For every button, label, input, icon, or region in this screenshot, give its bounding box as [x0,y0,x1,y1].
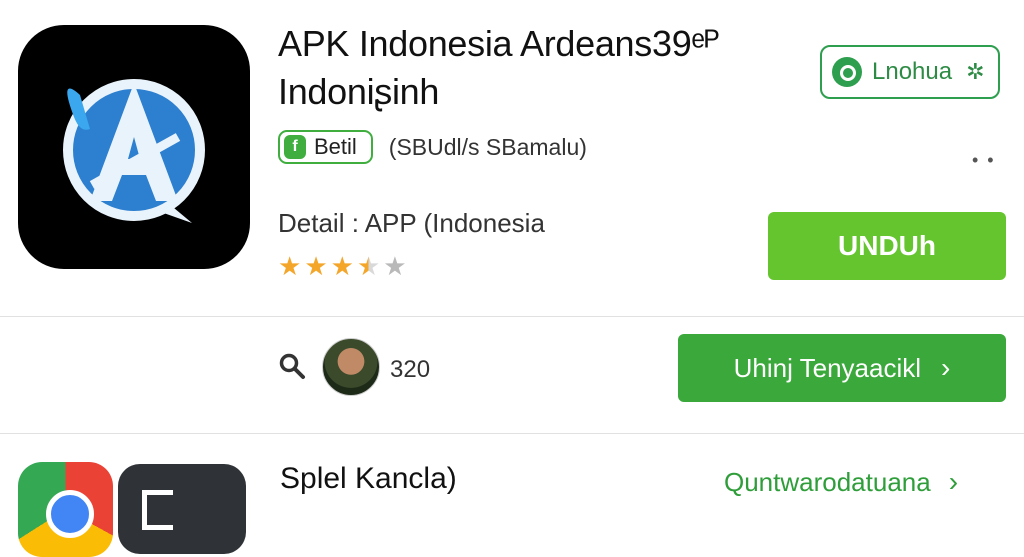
sparkle-icon: ✲ [966,59,985,84]
star-icon: ★ [278,251,302,281]
user-count: 320 [390,356,431,383]
translate-button[interactable]: Uhinj Tenyaacikl › [678,334,1006,402]
avatar[interactable] [322,338,380,396]
half-star-icon: ★ [356,251,381,281]
chevron-right-icon: › [941,352,951,383]
tag-row: f Betil (SBUdl/s SBamalu) [278,130,587,164]
browser-app-icon[interactable] [18,462,113,557]
a-letter-circle-icon [63,79,205,223]
tag-subtitle: (SBUdl/s SBamalu) [388,133,587,160]
tag-icon: f [284,135,306,159]
tag-label: Betil [314,134,357,159]
divider [0,316,1024,317]
star-icon: ★ [304,251,328,281]
detail-text: Detail : APP (Indonesia [278,208,545,238]
section-title: Splel Kancla) [280,462,457,495]
language-badge-label: Lnohua [872,58,953,85]
app-title-line2: Indoniʂinh [278,71,440,112]
section-link-label: Quntwarodatuana [724,466,931,497]
empty-star-icon: ★ [383,251,407,281]
chevron-right-icon: › [948,466,959,497]
language-badge[interactable]: Lnohua ✲ [820,45,1000,99]
app-title-line1: APK Indonesia Ardeans39ᵉᴾ [278,23,720,64]
divider [0,433,1024,434]
search-icon[interactable] [278,352,306,380]
star-icon: ★ [330,251,354,281]
section-link[interactable]: Quntwarodatuana › [724,466,958,498]
app-icon [18,25,250,269]
app-title: APK Indonesia Ardeans39ᵉᴾ Indoniʂinh [278,20,798,116]
more-dots-icon[interactable]: • • [972,150,996,171]
translate-button-label: Uhinj Tenyaacikl [733,352,922,383]
category-tag[interactable]: f Betil [278,130,373,164]
download-button[interactable]: UNDUh [768,212,1006,280]
dark-app-icon[interactable] [118,464,246,554]
rating-stars: ★ ★ ★ ★ ★ [278,253,407,279]
location-pin-icon [832,57,862,87]
